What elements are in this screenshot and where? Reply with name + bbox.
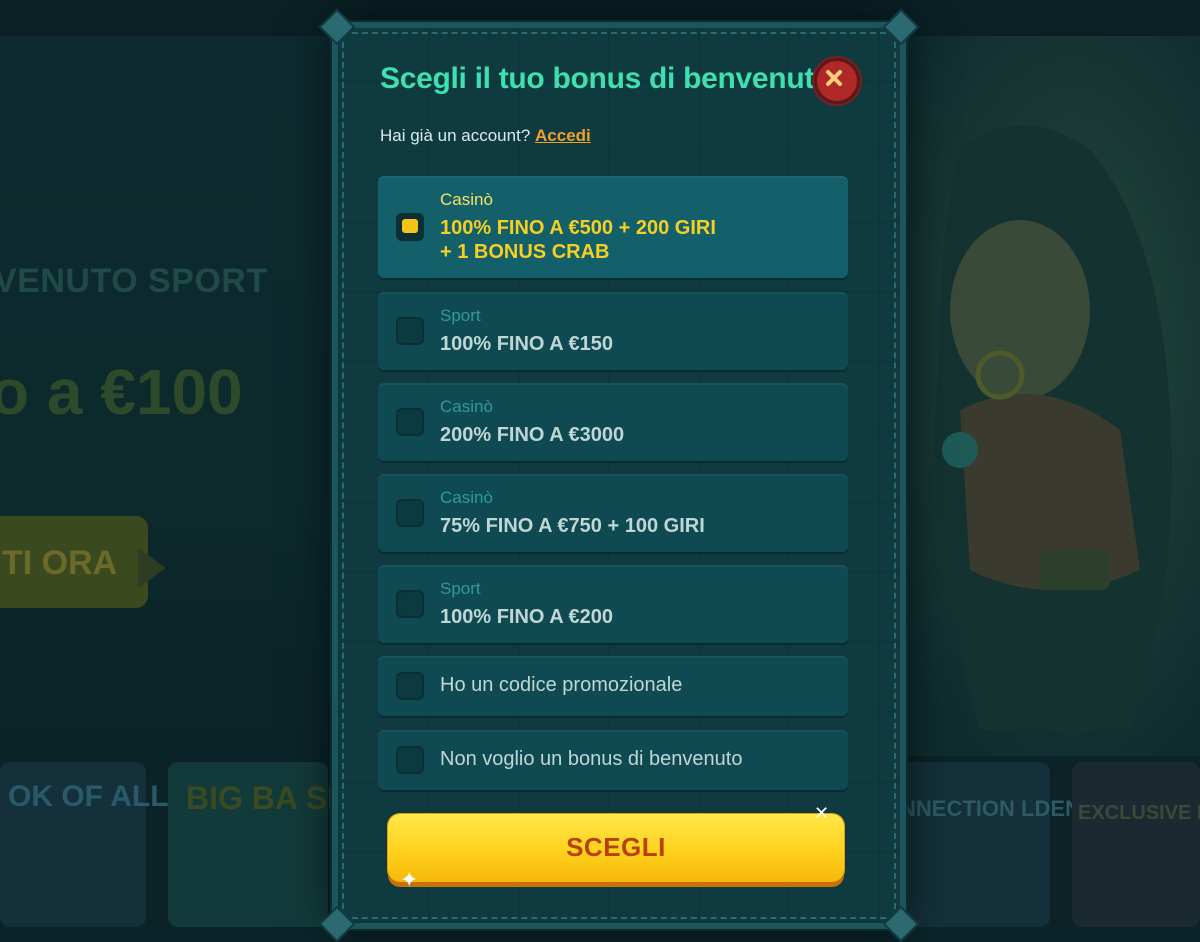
background-game-title: EXCLUSIVE BAN (1078, 802, 1200, 824)
option-checkbox[interactable] (396, 499, 424, 527)
background-game-tile: EXCLUSIVE BAN (1072, 762, 1200, 927)
option-checkbox[interactable] (396, 672, 424, 700)
choose-bonus-button[interactable]: SCEGLI (388, 814, 844, 882)
background-character-illustration (935, 125, 1172, 730)
background-hero-cta-label: TI ORA (2, 544, 118, 582)
option-offer-line1: 100% FINO A €150 (440, 333, 614, 355)
login-prompt: Hai già un account? Accedi (380, 126, 591, 146)
option-offer-line1: 75% FINO A €750 + 100 GIRI (440, 515, 705, 537)
option-category: Sport (440, 579, 481, 598)
close-button[interactable] (814, 58, 860, 104)
option-checkbox[interactable] (396, 317, 424, 345)
option-offer-line2: + 1 BONUS CRAB (440, 241, 610, 263)
option-category: Casinò (440, 488, 493, 507)
option-offer-line1: 100% FINO A €200 (440, 606, 614, 628)
option-checkbox[interactable] (396, 213, 424, 241)
bonus-option-sport-150[interactable]: Sport 100% FINO A €150 (378, 292, 848, 370)
background-hero-cta: TI ORA (0, 516, 148, 608)
choose-bonus-button-label: SCEGLI (566, 832, 666, 862)
option-label: Non voglio un bonus di benvenuto (440, 748, 743, 770)
background-game-tile: OK OF ALLEN (0, 762, 210, 927)
option-category: Casinò (440, 397, 493, 416)
option-checkbox[interactable] (396, 746, 424, 774)
bonus-modal: Scegli il tuo bonus di benvenuto Hai già… (318, 8, 920, 942)
background-game-tile: NNECTION LDEN ORRA (898, 762, 1152, 927)
bonus-option-sport-200[interactable]: Sport 100% FINO A €200 (378, 565, 848, 643)
sparkle-icon: ✦ (400, 867, 419, 892)
background-game-tile: BIG BA SPLAS (168, 762, 412, 927)
background-hero-title: VENUTO SPORT (0, 262, 268, 300)
promo-code-option[interactable]: Ho un codice promozionale (378, 656, 848, 716)
sparkle-icon: ✕ (814, 803, 830, 823)
modal-title: Scegli il tuo bonus di benvenuto (380, 62, 833, 95)
option-category: Sport (440, 306, 481, 325)
option-checkbox[interactable] (396, 590, 424, 618)
background-hero-amount: o a €100 (0, 356, 243, 428)
option-category: Casinò (440, 190, 493, 209)
option-offer-line1: 100% FINO A €500 + 200 GIRI (440, 217, 716, 239)
bonus-option-casino-3000[interactable]: Casinò 200% FINO A €3000 (378, 383, 848, 461)
option-offer-line1: 200% FINO A €3000 (440, 424, 625, 446)
option-label: Ho un codice promozionale (440, 674, 683, 696)
login-prompt-text: Hai già un account? (380, 126, 531, 145)
close-icon (826, 70, 842, 86)
bonus-option-casino-750[interactable]: Casinò 75% FINO A €750 + 100 GIRI (378, 474, 848, 552)
option-checkbox[interactable] (396, 408, 424, 436)
login-link[interactable]: Accedi (535, 126, 591, 145)
bonus-option-casino-500[interactable]: Casinò 100% FINO A €500 + 200 GIRI + 1 B… (378, 176, 848, 278)
no-bonus-option[interactable]: Non voglio un bonus di benvenuto (378, 730, 848, 790)
